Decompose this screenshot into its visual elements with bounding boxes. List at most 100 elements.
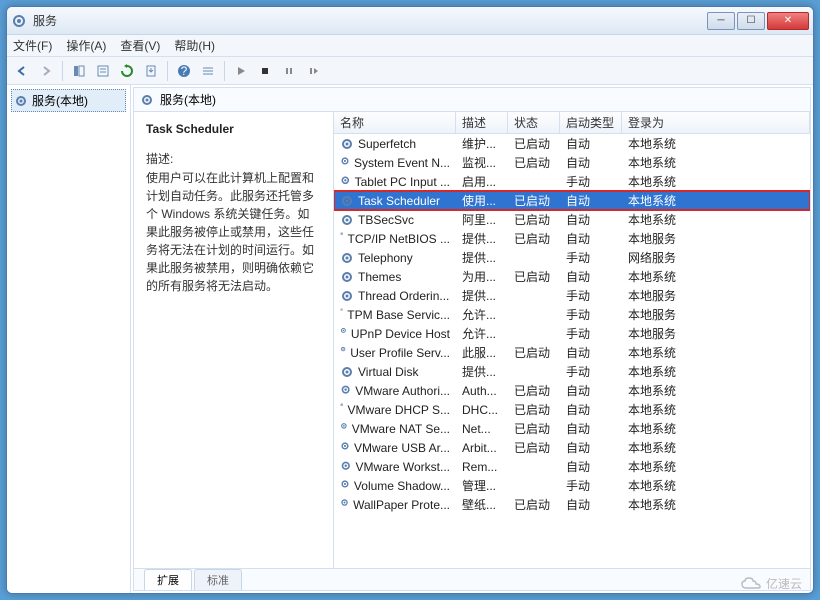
cell-status: 已启动 bbox=[508, 230, 560, 247]
cell-logon: 本地服务 bbox=[622, 230, 810, 247]
cell-desc: 维护... bbox=[456, 135, 508, 152]
cell-desc: 启用... bbox=[456, 173, 508, 190]
service-row[interactable]: Virtual Disk提供...手动本地系统 bbox=[334, 362, 810, 381]
menu-file[interactable]: 文件(F) bbox=[13, 37, 52, 54]
col-desc[interactable]: 描述 bbox=[456, 112, 508, 133]
cell-startup: 手动 bbox=[560, 477, 622, 494]
cell-name: VMware USB Ar... bbox=[334, 441, 456, 455]
cell-desc: Auth... bbox=[456, 384, 508, 398]
tab-extended[interactable]: 扩展 bbox=[144, 569, 192, 590]
pause-button[interactable] bbox=[278, 60, 300, 82]
cell-logon: 本地系统 bbox=[622, 154, 810, 171]
col-logon[interactable]: 登录为 bbox=[622, 112, 810, 133]
cell-name: UPnP Device Host bbox=[334, 327, 456, 341]
service-row[interactable]: UPnP Device Host允许...手动本地服务 bbox=[334, 324, 810, 343]
service-row[interactable]: User Profile Serv...此服...已启动自动本地系统 bbox=[334, 343, 810, 362]
forward-button[interactable] bbox=[35, 60, 57, 82]
cell-name: TBSecSvc bbox=[334, 213, 456, 227]
service-row[interactable]: WallPaper Prote...壁纸...已启动自动本地系统 bbox=[334, 495, 810, 514]
cell-status: 已启动 bbox=[508, 211, 560, 228]
service-row[interactable]: TBSecSvc阿里...已启动自动本地系统 bbox=[334, 210, 810, 229]
cell-logon: 本地系统 bbox=[622, 401, 810, 418]
nav-root-node[interactable]: 服务(本地) bbox=[11, 89, 126, 112]
selected-service-title: Task Scheduler bbox=[146, 122, 321, 136]
gear-icon bbox=[340, 270, 354, 284]
cell-name: Virtual Disk bbox=[334, 365, 456, 379]
titlebar[interactable]: 服务 ─ ☐ ✕ bbox=[7, 7, 813, 35]
cell-desc: 使用... bbox=[456, 192, 508, 209]
service-row[interactable]: Themes为用...已启动自动本地系统 bbox=[334, 267, 810, 286]
view-tabs: 扩展 标准 bbox=[134, 568, 810, 590]
cell-name: Volume Shadow... bbox=[334, 479, 456, 493]
cell-status: 已启动 bbox=[508, 154, 560, 171]
service-row[interactable]: Superfetch维护...已启动自动本地系统 bbox=[334, 134, 810, 153]
service-row[interactable]: VMware DHCP S...DHC...已启动自动本地系统 bbox=[334, 400, 810, 419]
tab-standard[interactable]: 标准 bbox=[194, 569, 242, 590]
service-row[interactable]: TPM Base Servic...允许...手动本地服务 bbox=[334, 305, 810, 324]
list-body[interactable]: Superfetch维护...已启动自动本地系统System Event N..… bbox=[334, 134, 810, 568]
gear-icon bbox=[340, 194, 354, 208]
cell-status: 已启动 bbox=[508, 439, 560, 456]
cell-logon: 本地系统 bbox=[622, 382, 810, 399]
menu-action[interactable]: 操作(A) bbox=[66, 37, 106, 54]
cell-desc: Net... bbox=[456, 422, 508, 436]
cloud-icon bbox=[740, 574, 762, 592]
service-row[interactable]: System Event N...监视...已启动自动本地系统 bbox=[334, 153, 810, 172]
cell-startup: 自动 bbox=[560, 268, 622, 285]
cell-desc: 为用... bbox=[456, 268, 508, 285]
close-button[interactable]: ✕ bbox=[767, 12, 809, 30]
service-row[interactable]: Telephony提供...手动网络服务 bbox=[334, 248, 810, 267]
export-button[interactable] bbox=[140, 60, 162, 82]
help-button[interactable]: ? bbox=[173, 60, 195, 82]
cell-logon: 本地系统 bbox=[622, 173, 810, 190]
menu-view[interactable]: 查看(V) bbox=[120, 37, 160, 54]
list-button[interactable] bbox=[197, 60, 219, 82]
cell-desc: 监视... bbox=[456, 154, 508, 171]
nav-tree[interactable]: 服务(本地) bbox=[7, 85, 131, 593]
minimize-button[interactable]: ─ bbox=[707, 12, 735, 30]
cell-name: VMware Authori... bbox=[334, 384, 456, 398]
cell-status: 已启动 bbox=[508, 382, 560, 399]
gear-icon bbox=[340, 156, 350, 170]
app-icon bbox=[11, 13, 27, 29]
gear-icon bbox=[340, 441, 350, 455]
restart-button[interactable] bbox=[302, 60, 324, 82]
show-hide-tree-button[interactable] bbox=[68, 60, 90, 82]
start-button[interactable] bbox=[230, 60, 252, 82]
stop-button[interactable] bbox=[254, 60, 276, 82]
service-row[interactable]: VMware Workst...Rem...自动本地系统 bbox=[334, 457, 810, 476]
separator bbox=[167, 61, 168, 81]
gear-icon bbox=[340, 213, 354, 227]
service-row[interactable]: Task Scheduler使用...已启动自动本地系统 bbox=[334, 191, 810, 210]
service-row[interactable]: TCP/IP NetBIOS ...提供...已启动自动本地服务 bbox=[334, 229, 810, 248]
back-button[interactable] bbox=[11, 60, 33, 82]
cell-status: 已启动 bbox=[508, 344, 560, 361]
cell-status: 已启动 bbox=[508, 192, 560, 209]
service-row[interactable]: Tablet PC Input ...启用...手动本地系统 bbox=[334, 172, 810, 191]
col-status[interactable]: 状态 bbox=[508, 112, 560, 133]
cell-desc: 管理... bbox=[456, 477, 508, 494]
properties-button[interactable] bbox=[92, 60, 114, 82]
service-row[interactable]: Thread Orderin...提供...手动本地服务 bbox=[334, 286, 810, 305]
col-name[interactable]: 名称 bbox=[334, 112, 456, 133]
description-text: 使用户可以在此计算机上配置和计划自动任务。此服务还托管多个 Windows 系统… bbox=[146, 169, 321, 295]
service-row[interactable]: VMware Authori...Auth...已启动自动本地系统 bbox=[334, 381, 810, 400]
service-row[interactable]: VMware NAT Se...Net...已启动自动本地系统 bbox=[334, 419, 810, 438]
cell-startup: 自动 bbox=[560, 154, 622, 171]
cell-desc: 提供... bbox=[456, 363, 508, 380]
cell-name: VMware NAT Se... bbox=[334, 422, 456, 436]
service-row[interactable]: Volume Shadow...管理...手动本地系统 bbox=[334, 476, 810, 495]
refresh-button[interactable] bbox=[116, 60, 138, 82]
cell-status: 已启动 bbox=[508, 420, 560, 437]
cell-status: 已启动 bbox=[508, 268, 560, 285]
gear-icon bbox=[340, 327, 347, 341]
gear-icon bbox=[340, 365, 354, 379]
maximize-button[interactable]: ☐ bbox=[737, 12, 765, 30]
cell-startup: 自动 bbox=[560, 135, 622, 152]
col-startup[interactable]: 启动类型 bbox=[560, 112, 622, 133]
service-row[interactable]: VMware USB Ar...Arbit...已启动自动本地系统 bbox=[334, 438, 810, 457]
cell-desc: 提供... bbox=[456, 249, 508, 266]
gear-icon bbox=[340, 460, 352, 474]
watermark: 亿速云 bbox=[740, 574, 802, 592]
menu-help[interactable]: 帮助(H) bbox=[174, 37, 215, 54]
